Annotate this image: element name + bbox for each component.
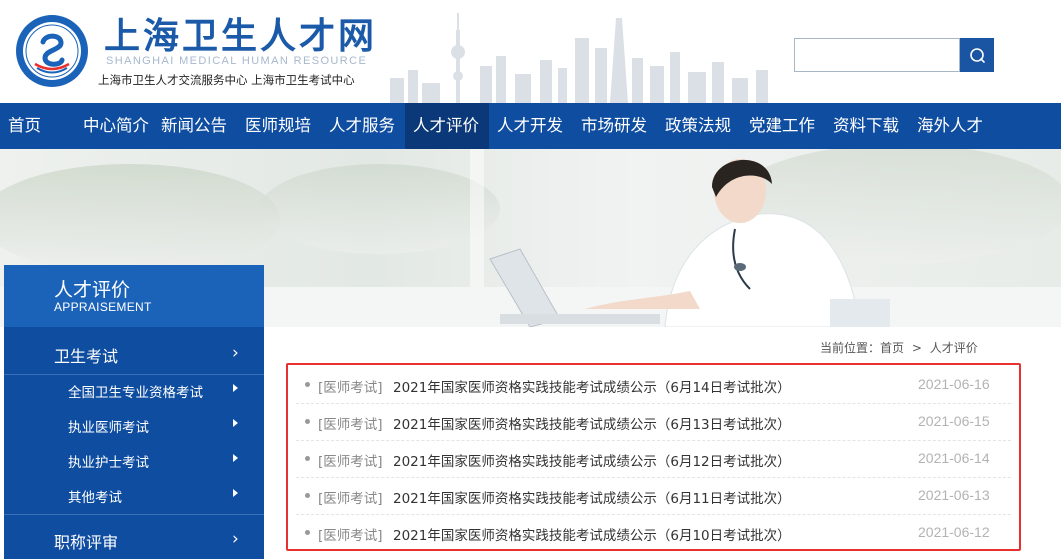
sidebar-item-title-evaluation[interactable]: 职称评审 › [4,517,264,559]
bullet-icon [305,493,310,498]
emblem-logo-icon[interactable] [15,14,89,88]
nav-item-home[interactable]: 首页 [0,103,70,149]
sidebar-title-block: 人才评价 APPRAISEMENT [4,265,264,327]
caret-right-icon [233,384,238,392]
nav-item-overseas-talent[interactable]: 海外人才 [909,103,993,149]
news-list-item: [医师考试] 2021年国家医师资格实践技能考试成绩公示（6月10日考试批次） … [296,515,1011,552]
news-category[interactable]: [医师考试] [318,413,383,433]
sidebar-menu: 卫生考试 › 全国卫生专业资格考试 执业医师考试 执业护士考试 其他考试 职称评… [4,327,264,559]
news-category[interactable]: [医师考试] [318,524,383,544]
news-list-item: [医师考试] 2021年国家医师资格实践技能考试成绩公示（6月11日考试批次） … [296,478,1011,515]
breadcrumb-current: 人才评价 [929,341,978,355]
breadcrumb-home-link[interactable]: 首页 [880,341,904,355]
sidebar-subitem-label: 执业医师考试 [68,420,149,436]
caret-right-icon [233,489,238,497]
news-date: 2021-06-12 [918,524,990,540]
sidebar-title: 人才评价 [54,279,131,301]
nav-item-policy[interactable]: 政策法规 [657,103,741,149]
sidebar-item-health-exams[interactable]: 卫生考试 › [4,331,264,375]
news-category[interactable]: [医师考试] [318,487,383,507]
nav-item-about[interactable]: 中心简介 [70,103,153,149]
news-date: 2021-06-16 [918,376,990,392]
search-icon [970,48,985,63]
sidebar-title-english: APPRAISEMENT [54,300,152,314]
nav-item-market-research[interactable]: 市场研发 [573,103,657,149]
nav-item-talent-services[interactable]: 人才服务 [321,103,405,149]
site-subtitle: SHANGHAI MEDICAL HUMAN RESOURCE [106,55,368,67]
news-date: 2021-06-15 [918,413,990,429]
bullet-icon [305,456,310,461]
sidebar-subitem-label: 全国卫生专业资格考试 [68,385,203,401]
nav-item-downloads[interactable]: 资料下载 [825,103,909,149]
chevron-right-icon: › [232,529,239,549]
site-organization: 上海市卫生人才交流服务中心 上海市卫生考试中心 [98,73,355,87]
bullet-icon [305,419,310,424]
sidebar-subitem-nurse-exam[interactable]: 执业护士考试 [4,443,264,477]
sidebar-subitem-national-qualification-exam[interactable]: 全国卫生专业资格考试 [4,373,264,407]
sidebar-subitem-label: 其他考试 [68,490,122,506]
sidebar-divider [4,514,264,515]
news-title-link[interactable]: 2021年国家医师资格实践技能考试成绩公示（6月12日考试批次） [393,450,791,470]
caret-right-icon [233,454,238,462]
search-button[interactable] [960,38,994,72]
search-input[interactable] [794,38,960,72]
news-title-link[interactable]: 2021年国家医师资格实践技能考试成绩公示（6月14日考试批次） [393,376,791,396]
nav-item-talent-evaluation[interactable]: 人才评价 [405,103,489,149]
nav-item-news[interactable]: 新闻公告 [153,103,237,149]
nav-item-party-building[interactable]: 党建工作 [741,103,825,149]
breadcrumb-prefix: 当前位置： [820,341,881,355]
news-category[interactable]: [医师考试] [318,376,383,396]
bullet-icon [305,382,310,387]
news-list-item: [医师考试] 2021年国家医师资格实践技能考试成绩公示（6月12日考试批次） … [296,441,1011,478]
city-skyline-illustration [390,13,768,103]
site-title: 上海卫生人才网 [104,16,378,57]
caret-right-icon [233,419,238,427]
news-list-item: [医师考试] 2021年国家医师资格实践技能考试成绩公示（6月14日考试批次） … [296,367,1011,404]
news-title-link[interactable]: 2021年国家医师资格实践技能考试成绩公示（6月10日考试批次） [393,524,791,544]
breadcrumb: 当前位置：首页 > 人才评价 [820,339,978,356]
news-title-link[interactable]: 2021年国家医师资格实践技能考试成绩公示（6月11日考试批次） [393,487,791,507]
sidebar-subitem-label: 执业护士考试 [68,455,149,471]
news-date: 2021-06-14 [918,450,990,466]
news-title-link[interactable]: 2021年国家医师资格实践技能考试成绩公示（6月13日考试批次） [393,413,791,433]
news-list: [医师考试] 2021年国家医师资格实践技能考试成绩公示（6月14日考试批次） … [286,363,1021,551]
sidebar-subitem-physician-exam[interactable]: 执业医师考试 [4,408,264,442]
news-list-item: [医师考试] 2021年国家医师资格实践技能考试成绩公示（6月13日考试批次） … [296,404,1011,441]
sidebar-subitem-other-exams[interactable]: 其他考试 [4,478,264,512]
sidebar-item-label: 职称评审 [54,533,119,552]
bullet-icon [305,530,310,535]
nav-item-talent-development[interactable]: 人才开发 [489,103,573,149]
site-header: 上海卫生人才网 SHANGHAI MEDICAL HUMAN RESOURCE … [0,0,1061,103]
sidebar-item-label: 卫生考试 [54,347,119,366]
nav-item-physician-training[interactable]: 医师规培 [237,103,321,149]
main-navigation: 首页 中心简介 新闻公告 医师规培 人才服务 人才评价 人才开发 市场研发 政策… [0,103,1061,149]
breadcrumb-separator: > [911,341,922,355]
news-date: 2021-06-13 [918,487,990,503]
news-category[interactable]: [医师考试] [318,450,383,470]
chevron-right-icon: › [232,343,239,363]
